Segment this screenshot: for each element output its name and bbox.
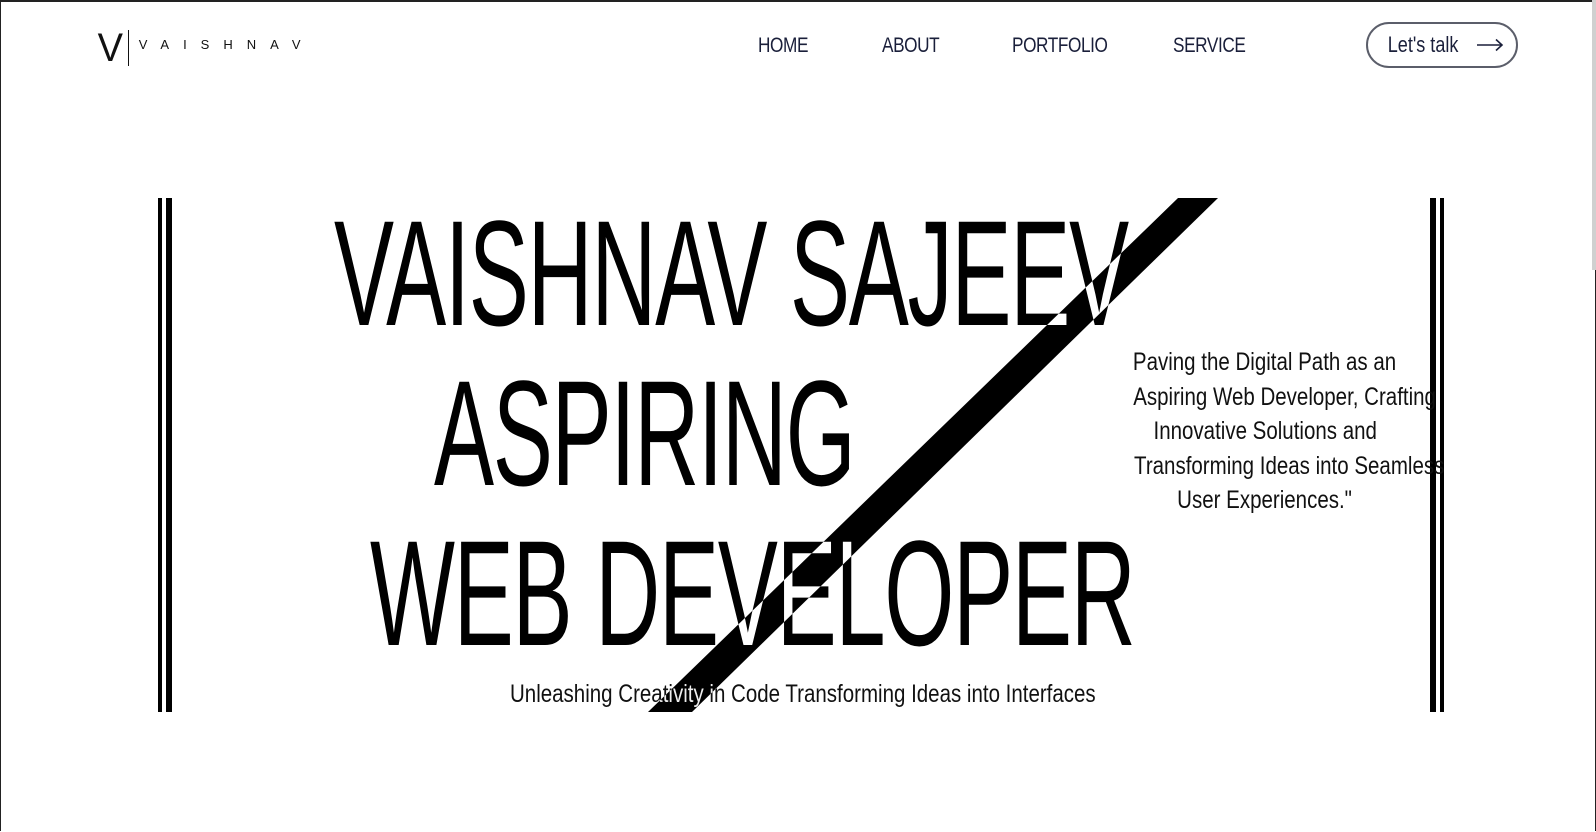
- left-pillar-decoration: [158, 198, 172, 712]
- hero-name: VAISHNAV SAJEEV: [334, 189, 1129, 357]
- hero-subtitle: Unleashing Creativity in Code Transformi…: [510, 680, 1096, 708]
- hero-tagline: Paving the Digital Path as an Aspiring W…: [1100, 345, 1444, 518]
- tagline-line: Paving the Digital Path as an: [1133, 348, 1397, 376]
- hero-role-line2: WEB DEVELOPER: [370, 509, 1136, 677]
- hero-role-line1: ASPIRING: [434, 349, 856, 517]
- tagline-line: Transforming Ideas into Seamless: [1134, 451, 1445, 480]
- tagline-line: Innovative Solutions and: [1153, 417, 1377, 445]
- hero-section: VAISHNAV SAJEEV ASPIRING WEB DEVELOPER P…: [0, 0, 1596, 832]
- tagline-line: Aspiring Web Developer, Crafting: [1133, 382, 1436, 411]
- tagline-line: User Experiences.": [1177, 486, 1353, 514]
